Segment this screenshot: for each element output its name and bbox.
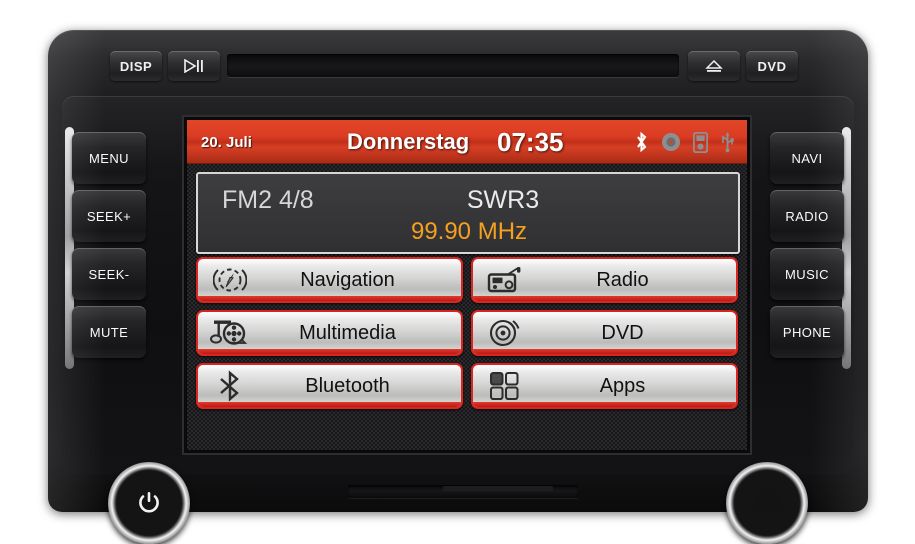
menu-row: Bluetooth Apps — [196, 363, 738, 409]
play-pause-icon — [184, 59, 204, 73]
menu-button-apps[interactable]: Apps — [471, 363, 738, 409]
menu-label: Apps — [533, 375, 736, 398]
seek-up-key[interactable]: SEEK+ — [72, 190, 146, 242]
navi-key[interactable]: NAVI — [770, 132, 844, 184]
status-clock: 07:35 — [497, 127, 564, 158]
top-button-rail: DISP DVD — [110, 51, 810, 87]
disp-button[interactable]: DISP — [110, 51, 162, 81]
menu-key[interactable]: MENU — [72, 132, 146, 184]
play-pause-button[interactable] — [168, 51, 220, 81]
left-key-column: MENU SEEK+ SEEK- MUTE — [72, 132, 146, 364]
radio-station-name: SWR3 — [198, 186, 738, 215]
power-icon — [136, 490, 162, 516]
radio-info-panel[interactable]: FM2 4/8 SWR3 99.90 MHz — [196, 172, 740, 254]
bluetooth-icon — [634, 131, 649, 153]
dvd-button[interactable]: DVD — [746, 51, 798, 81]
seek-down-key[interactable]: SEEK- — [72, 248, 146, 300]
menu-row: Multimedia — [196, 310, 738, 356]
menu-button-navigation[interactable]: Navigation — [196, 257, 463, 303]
grid-apps-icon — [477, 371, 533, 401]
bluetooth-icon — [202, 370, 258, 402]
screenshot-root: DISP DVD MENU — [0, 0, 915, 543]
compass-icon — [202, 265, 258, 295]
front-face-panel: MENU SEEK+ SEEK- MUTE NAVI RADIO MUSIC P… — [62, 96, 854, 474]
menu-row: Navigation — [196, 257, 738, 303]
menu-button-dvd[interactable]: DVD — [471, 310, 738, 356]
status-icon-tray — [634, 131, 735, 153]
mute-key[interactable]: MUTE — [72, 306, 146, 358]
menu-label: Multimedia — [258, 322, 461, 345]
eject-icon — [705, 59, 723, 73]
menu-button-multimedia[interactable]: Multimedia — [196, 310, 463, 356]
bottom-vent-slot — [348, 485, 578, 498]
head-unit-chassis: DISP DVD MENU — [48, 30, 868, 512]
usb-icon — [720, 131, 735, 153]
film-reel-icon — [202, 318, 258, 348]
menu-label: DVD — [533, 322, 736, 345]
status-date: 20. Juli — [201, 134, 252, 151]
status-weekday: Donnerstag — [347, 129, 469, 155]
menu-button-bluetooth[interactable]: Bluetooth — [196, 363, 463, 409]
power-volume-knob[interactable] — [108, 462, 190, 544]
radio-key[interactable]: RADIO — [770, 190, 844, 242]
tune-knob[interactable] — [726, 462, 808, 544]
radio-frequency: 99.90 MHz — [198, 218, 738, 246]
phone-key[interactable]: PHONE — [770, 306, 844, 358]
lcd-screen[interactable]: 20. Juli Donnerstag 07:35 — [187, 120, 747, 450]
cd-slot — [227, 54, 679, 77]
eject-button[interactable] — [688, 51, 740, 81]
disc-icon — [477, 318, 533, 348]
menu-label: Radio — [533, 269, 736, 292]
menu-button-radio[interactable]: Radio — [471, 257, 738, 303]
ipod-device-icon — [693, 132, 708, 153]
cd-disc-icon — [661, 132, 681, 152]
menu-label: Bluetooth — [258, 375, 461, 398]
status-bar: 20. Juli Donnerstag 07:35 — [187, 120, 747, 164]
music-key[interactable]: MUSIC — [770, 248, 844, 300]
right-key-column: NAVI RADIO MUSIC PHONE — [770, 132, 844, 364]
menu-label: Navigation — [258, 269, 461, 292]
main-menu-grid: Navigation — [196, 257, 738, 416]
radio-icon — [477, 266, 533, 294]
